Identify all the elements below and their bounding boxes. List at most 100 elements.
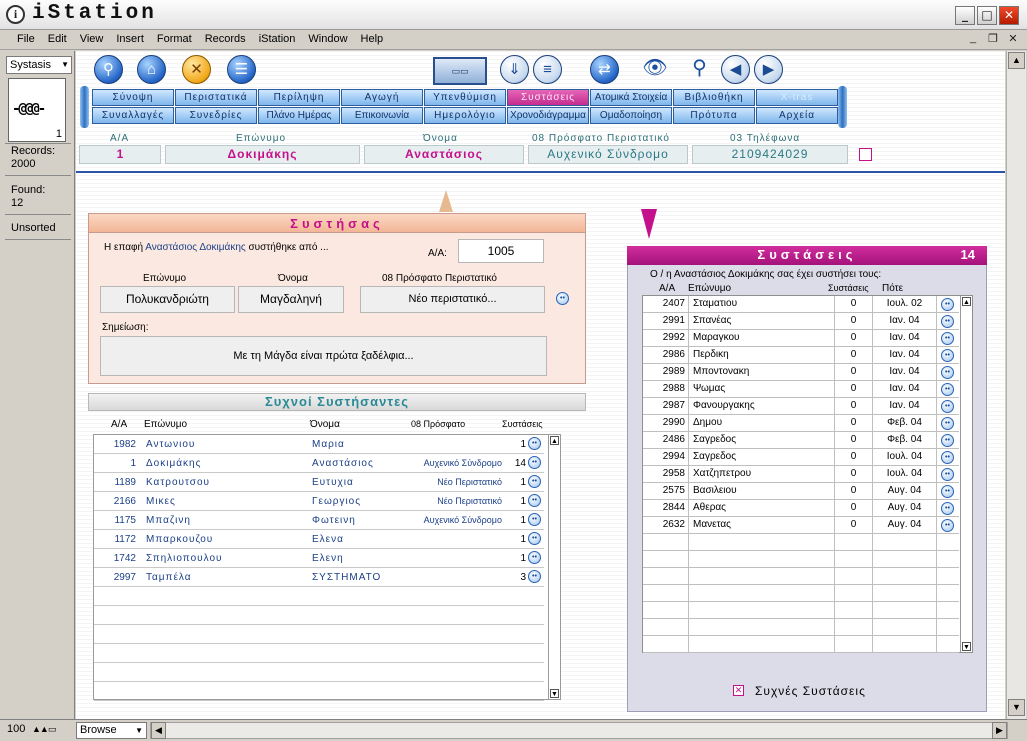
menu-file[interactable]: File — [10, 30, 41, 45]
scroll-up-icon[interactable]: ▲ — [962, 297, 971, 306]
table-row[interactable]: 2991 Σπανέας 0 Ιαν. 04 •• — [643, 313, 959, 330]
go-to-record-icon[interactable]: •• — [941, 451, 954, 464]
scroll-down-icon[interactable]: ▼ — [550, 689, 559, 698]
go-to-record-icon[interactable]: •• — [941, 349, 954, 362]
referrer-last-name-field[interactable]: Πολυκανδριώτη — [100, 286, 235, 313]
menu-window[interactable]: Window — [301, 30, 353, 45]
table-row[interactable]: 1189 Κατρουτσου Ευτυχια Νέο Περιστατικό 1 •• — [94, 473, 544, 492]
maximize-button[interactable]: □ — [977, 6, 997, 25]
tab-peristatika[interactable]: Περιστατικά — [175, 89, 257, 106]
id-card-icon[interactable]: ▭▭ — [433, 57, 487, 85]
tab-synallages[interactable]: Συναλλαγές — [92, 107, 174, 124]
doc-close-icon[interactable]: ✕ — [1006, 32, 1020, 45]
table-row[interactable]: 2990 Δημου 0 Φεβ. 04 •• — [643, 415, 959, 432]
record-aa-field[interactable]: 1 — [79, 145, 161, 164]
table-row[interactable]: 2987 Φανουργακης 0 Ιαν. 04 •• — [643, 398, 959, 415]
record-book[interactable]: -@@@- 1 — [8, 78, 66, 142]
tab-systaseis[interactable]: Συστάσεις — [507, 89, 589, 106]
scroll-down-icon[interactable]: ▼ — [1008, 699, 1025, 716]
menu-insert[interactable]: Insert — [109, 30, 150, 45]
list-icon[interactable]: ☰ — [227, 55, 256, 84]
table-row[interactable]: 2958 Χατζηπετρου 0 Ιουλ. 04 •• — [643, 466, 959, 483]
record-last-name-field[interactable]: Δοκιμάκης — [165, 145, 360, 164]
table-row[interactable]: 2986 Περδικη 0 Ιαν. 04 •• — [643, 347, 959, 364]
go-to-record-icon[interactable]: •• — [941, 383, 954, 396]
tab-vivliothiki[interactable]: Βιβλιοθήκη — [673, 89, 755, 106]
go-to-record-icon[interactable]: •• — [941, 298, 954, 311]
table-row[interactable]: 1742 Σπηλιοπουλου Ελενη 1 •• — [94, 549, 544, 568]
frequent-referrals-checkbox[interactable]: ✕ — [733, 685, 744, 696]
window-vertical-scrollbar[interactable]: ▲ ▼ — [1006, 51, 1026, 719]
tab-xronodiagramma[interactable]: Χρονοδιάγραμμα — [507, 107, 589, 124]
mode-select[interactable]: Browse ▼ — [76, 722, 147, 739]
referrer-recent-case-field[interactable]: Νέο περιστατικό... — [360, 286, 545, 313]
zoom-level[interactable]: 100 — [7, 723, 25, 735]
tab-agogi[interactable]: Αγωγή — [341, 89, 423, 106]
tab-atomika-stoixeia[interactable]: Ατομικά Στοιχεία — [590, 89, 672, 106]
go-to-record-icon[interactable]: •• — [528, 456, 541, 469]
go-to-record-icon[interactable]: •• — [528, 532, 541, 545]
eye-icon[interactable]: 👁 — [633, 55, 677, 84]
close-button[interactable]: ✕ — [999, 6, 1019, 25]
referrer-note-field[interactable]: Με τη Μάγδα είναι πρώτα ξαδέλφια... — [100, 336, 547, 376]
tab-plano-imeras[interactable]: Πλάνο Ημέρας — [258, 107, 340, 124]
table-row[interactable]: 2166 Μικες Γεωργιος Νέο Περιστατικό 1 •• — [94, 492, 544, 511]
table-row[interactable]: 2992 Μαραγκου 0 Ιαν. 04 •• — [643, 330, 959, 347]
table-row[interactable]: 1172 Μπαρκουζου Ελενα 1 •• — [94, 530, 544, 549]
table-row[interactable]: 2997 Ταμπέλα ΣΥΣΤΗΜΑΤΟ 3 •• — [94, 568, 544, 587]
go-to-record-icon[interactable]: •• — [941, 468, 954, 481]
scroll-down-icon[interactable]: ▼ — [962, 642, 971, 651]
tab-imerologio[interactable]: Ημερολόγιο — [424, 107, 506, 124]
menu-edit[interactable]: Edit — [41, 30, 73, 45]
menu-help[interactable]: Help — [354, 30, 390, 45]
home-icon[interactable]: ⌂ — [137, 55, 166, 84]
referrer-first-name-field[interactable]: Μαγδαληνή — [238, 286, 344, 313]
table-row[interactable]: 1175 Μπαζινη Φωτεινη Αυχενικό Σύνδρομο 1 •• — [94, 511, 544, 530]
go-to-record-icon[interactable]: •• — [528, 513, 541, 526]
table-row[interactable]: 1982 Αντωνιου Μαρια 1 •• — [94, 435, 544, 454]
go-to-record-icon[interactable]: •• — [556, 292, 569, 305]
search-icon[interactable]: ⚲ — [94, 55, 123, 84]
doc-restore-icon[interactable]: ❐ — [986, 32, 1000, 45]
go-to-record-icon[interactable]: •• — [528, 551, 541, 564]
scroll-up-icon[interactable]: ▲ — [1008, 52, 1025, 69]
record-first-name-field[interactable]: Αναστάσιος — [364, 145, 524, 164]
minimize-button[interactable]: _ — [955, 6, 975, 25]
go-to-record-icon[interactable]: •• — [941, 417, 954, 430]
tab-epikoinonia[interactable]: Επικοινωνία — [341, 107, 423, 124]
tab-protypa[interactable]: Πρότυπα — [673, 107, 755, 124]
table-row[interactable]: 2994 Σαγρεδος 0 Ιουλ. 04 •• — [643, 449, 959, 466]
go-to-record-icon[interactable]: •• — [941, 332, 954, 345]
go-to-record-icon[interactable]: •• — [941, 434, 954, 447]
tab-synopsi[interactable]: Σύνοψη — [92, 89, 174, 106]
doc-minimize-icon[interactable]: _ — [966, 32, 980, 44]
tab-synedries[interactable]: Συνεδρίες — [175, 107, 257, 124]
go-to-record-icon[interactable]: •• — [941, 502, 954, 515]
scroll-up-icon[interactable]: ▲ — [550, 436, 559, 445]
tools-icon[interactable]: ✕ — [182, 55, 211, 84]
magnifier-icon[interactable]: ⚲ — [685, 55, 714, 84]
tab-ypenthymisi[interactable]: Υπενθύμιση — [424, 89, 506, 106]
table-row[interactable]: 2407 Σταματιου 0 Ιουλ. 02 •• — [643, 296, 959, 313]
zoom-controls-icon[interactable]: ▲▲▭ — [32, 724, 56, 735]
scroll-right-icon[interactable]: ▶ — [992, 722, 1007, 739]
menu-view[interactable]: View — [73, 30, 110, 45]
go-to-record-icon[interactable]: •• — [941, 519, 954, 532]
sort-down-icon[interactable]: ⇓ — [500, 55, 529, 84]
scroll-left-icon[interactable]: ◀ — [151, 722, 166, 739]
record-recent-case-field[interactable]: Αυχενικό Σύνδρομο — [528, 145, 688, 164]
tab-arxeia[interactable]: Αρχεία — [756, 107, 838, 124]
table-row[interactable]: 2632 Μανετας 0 Αυγ. 04 •• — [643, 517, 959, 534]
referrals-list-scrollbar[interactable]: ▲ ▼ — [960, 296, 972, 652]
tab-perilipsi[interactable]: Περίληψη — [258, 89, 340, 106]
go-to-record-icon[interactable]: •• — [528, 570, 541, 583]
sync-icon[interactable]: ⇄ — [590, 55, 619, 84]
sort-all-icon[interactable]: ≡ — [533, 55, 562, 84]
go-to-record-icon[interactable]: •• — [941, 366, 954, 379]
go-to-record-icon[interactable]: •• — [941, 485, 954, 498]
referrer-aa-field[interactable]: 1005 — [458, 239, 544, 263]
window-horizontal-scrollbar[interactable]: ◀ ▶ — [150, 722, 1008, 739]
menu-records[interactable]: Records — [198, 30, 252, 45]
next-icon[interactable]: ▶ — [754, 55, 783, 84]
tab-xtras[interactable]: X-tras — [756, 89, 838, 106]
